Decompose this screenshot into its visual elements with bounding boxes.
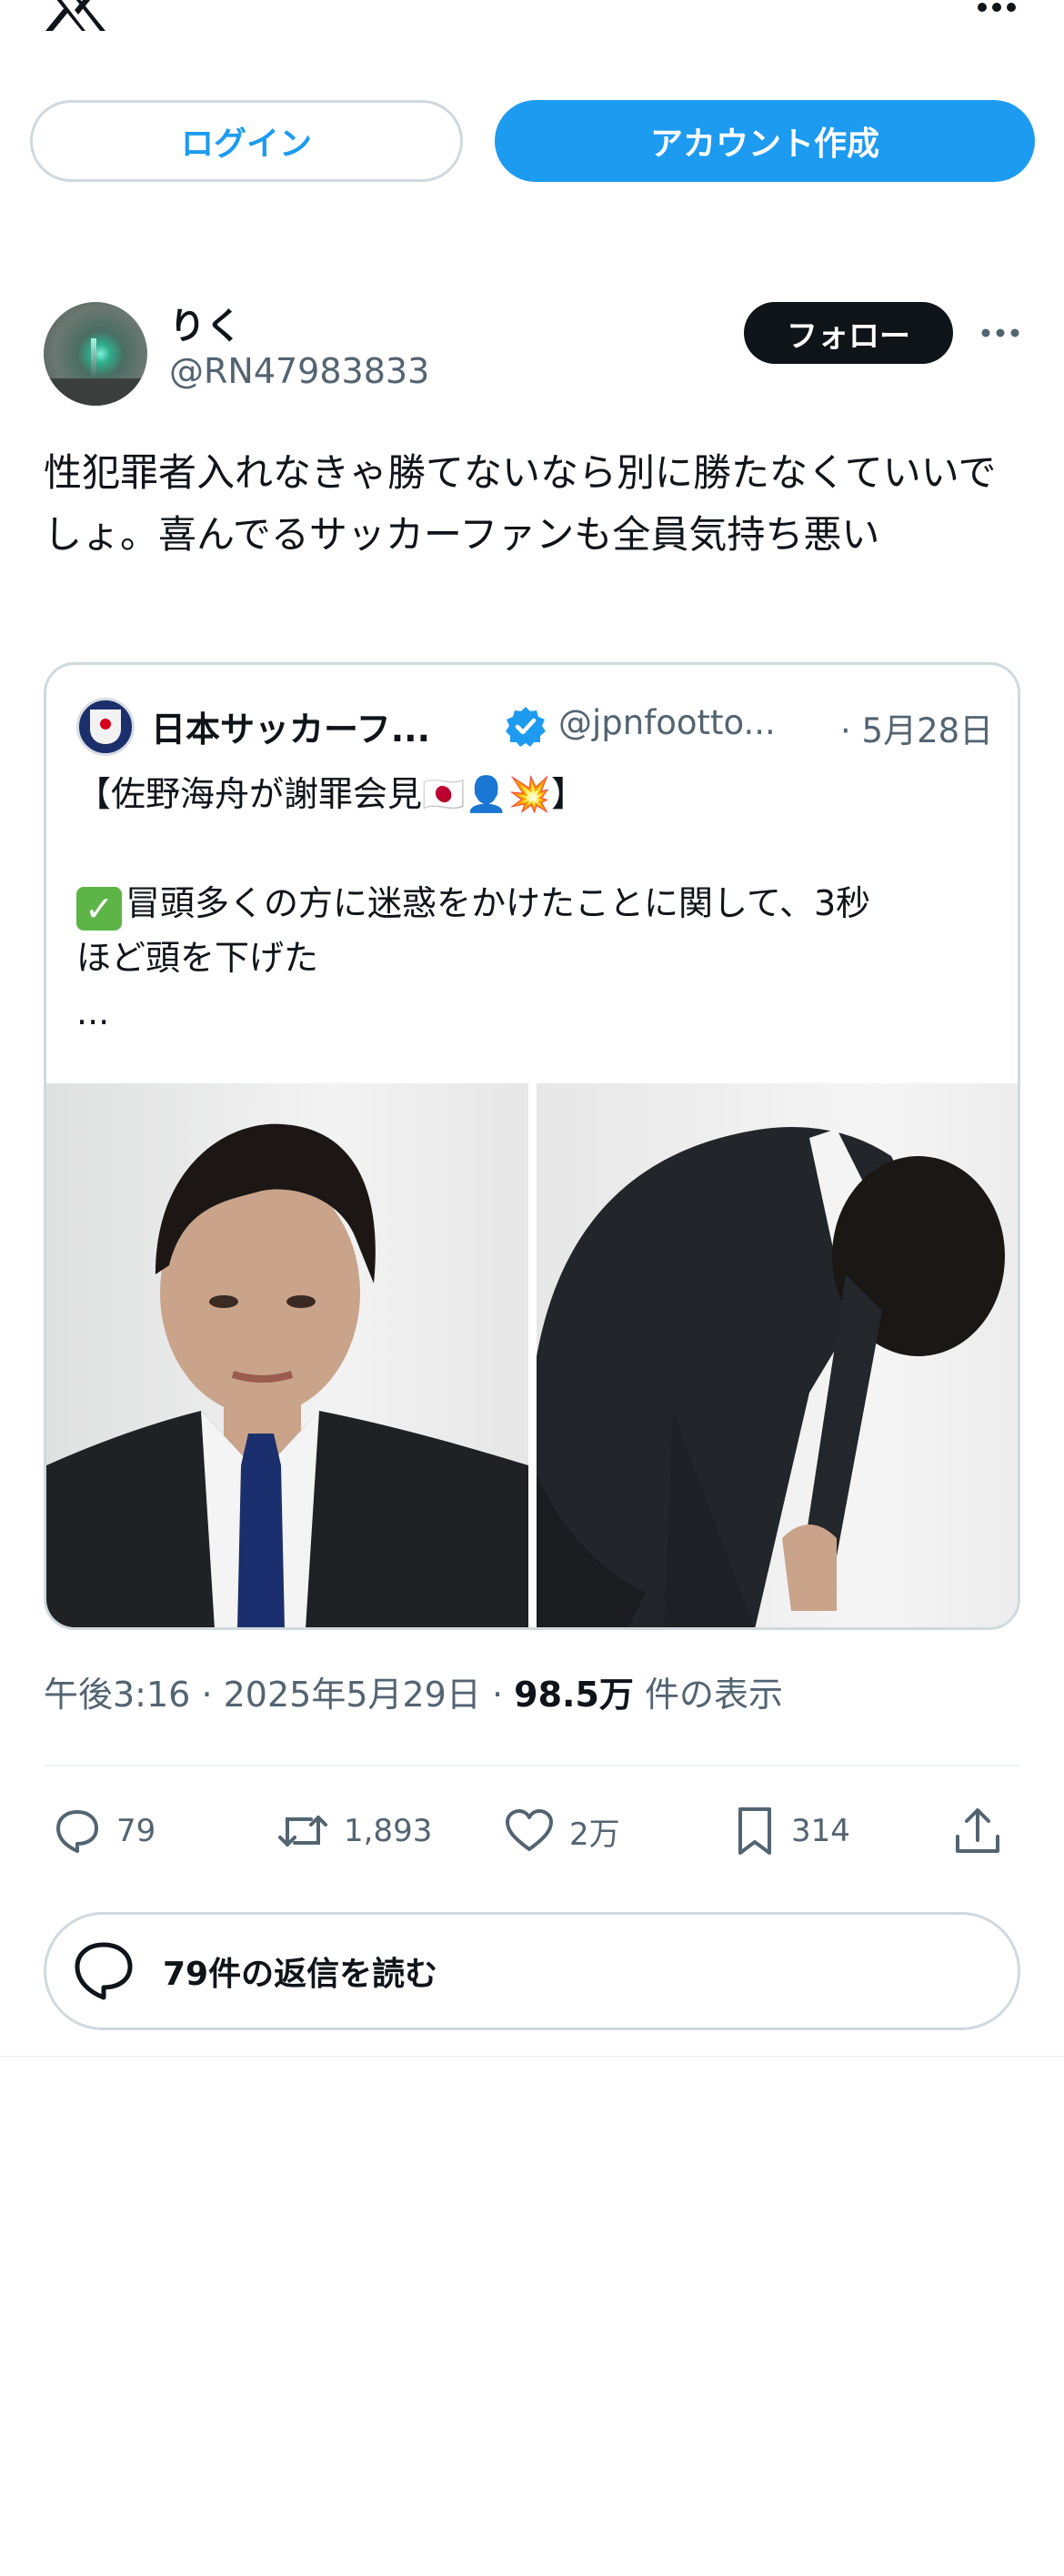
tweet-text: 性犯罪者入れなきゃ勝てないなら別に勝たなくていいでしょ。喜んでるサッカーファンも… [44, 450, 997, 557]
quoted-line-4: ... [76, 992, 110, 1032]
tweet-time[interactable]: 午後3:16 [44, 1675, 190, 1715]
share-button[interactable] [953, 1797, 1017, 1865]
quoted-author-name[interactable]: 日本サッカーフ... [151, 701, 430, 751]
author-name[interactable]: りく [169, 297, 242, 349]
check-mark-icon: ✓ [76, 887, 122, 931]
replies-bubble-icon [75, 1942, 133, 2000]
quoted-author-handle[interactable]: @jpnfootto... [558, 703, 776, 742]
top-bar [0, 0, 1064, 55]
login-button[interactable]: ログイン [30, 100, 463, 182]
tweet-date[interactable]: 2025年5月29日 [224, 1675, 481, 1715]
quoted-tweet-date[interactable]: · 5月28日 [840, 703, 993, 752]
author-avatar[interactable] [44, 302, 147, 406]
follow-button[interactable]: フォロー [744, 302, 953, 364]
views-count: 98.5万 [514, 1675, 634, 1715]
quoted-line-2-text: 冒頭多くの方に迷惑をかけたことに関して、3秒 [125, 883, 871, 923]
more-menu-icon[interactable] [975, 0, 1019, 16]
reply-icon [56, 1810, 98, 1853]
tweet-author: りく @RN47983833 フォロー [44, 297, 1026, 415]
bookmark-button[interactable]: 314 [733, 1797, 850, 1865]
author-handle[interactable]: @RN47983833 [169, 351, 429, 391]
action-bar: 79 1,893 2万 314 [44, 1797, 1020, 1865]
heart-icon [506, 1809, 553, 1851]
bookmark-icon [738, 1807, 771, 1855]
quoted-line-2: ✓ 冒頭多くの方に迷惑をかけたことに関して、3秒 [76, 876, 986, 931]
like-count: 2万 [569, 1816, 620, 1853]
quoted-tweet[interactable]: 日本サッカーフ... @jpnfootto... · 5月28日 【佐野海舟が謝… [44, 662, 1020, 1630]
reply-count: 79 [116, 1813, 156, 1849]
verified-badge-icon [506, 707, 546, 747]
auth-buttons: ログイン アカウント作成 [30, 100, 1035, 182]
meta-separator: · [491, 1675, 515, 1715]
jfa-crest-icon [90, 709, 121, 744]
quoted-media [46, 1083, 1018, 1627]
quoted-tweet-header: 日本サッカーフ... @jpnfootto... · 5月28日 [76, 698, 995, 756]
quoted-line-blank [76, 821, 986, 876]
retweet-icon [278, 1816, 327, 1846]
retweet-count: 1,893 [344, 1813, 433, 1849]
tweet-more-icon[interactable] [979, 315, 1022, 351]
tweet-meta: 午後3:16 · 2025年5月29日 · 98.5万 件の表示 [44, 1666, 783, 1716]
bookmark-count: 314 [791, 1813, 850, 1849]
divider [0, 2056, 1064, 2058]
quoted-author-avatar[interactable] [76, 698, 135, 756]
create-account-button[interactable]: アカウント作成 [495, 100, 1035, 182]
read-replies-button[interactable]: 79件の返信を読む [44, 1912, 1020, 2030]
read-replies-label: 79件の返信を読む [163, 1956, 438, 1993]
divider [44, 1765, 1020, 1766]
views-label: 件の表示 [644, 1675, 783, 1715]
quoted-line-1: 【佐野海舟が謝罪会見🇯🇵👤💥】 [76, 774, 586, 814]
quoted-line-3: ほど頭を下げた [76, 938, 319, 978]
meta-separator: · [201, 1675, 224, 1715]
like-button[interactable]: 2万 [504, 1797, 620, 1865]
photo-player-portrait[interactable] [46, 1083, 528, 1627]
share-icon [956, 1808, 999, 1853]
photo-player-bowing[interactable] [537, 1083, 1018, 1627]
reply-button[interactable]: 79 [53, 1797, 156, 1865]
x-logo-icon[interactable] [42, 0, 107, 31]
quoted-tweet-text: 【佐野海舟が謝罪会見🇯🇵👤💥】 ✓ 冒頭多くの方に迷惑をかけたことに関して、3秒 … [76, 767, 986, 1040]
retweet-button[interactable]: 1,893 [276, 1797, 432, 1865]
